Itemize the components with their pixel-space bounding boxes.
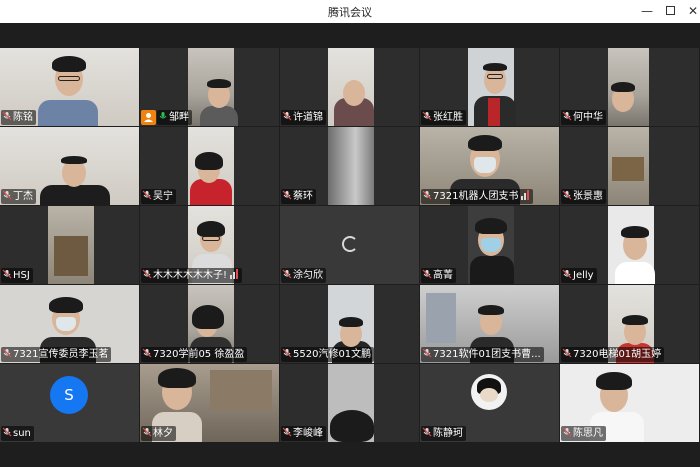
mic-muted-icon [422,427,432,437]
mic-muted-icon [282,111,292,121]
participant-name: 高菁 [421,268,456,283]
participant-name: sun [1,426,34,441]
mic-muted-icon [2,348,12,358]
close-icon: ✕ [687,4,699,18]
host-icon [141,110,156,125]
participant-name: 邹畔 [157,110,192,125]
mic-muted-icon [2,111,12,121]
participant-tile[interactable]: 邹畔 [140,48,279,126]
meeting-stage: 陈铭 邹畔 许道锦 张红胜 何中华 丁杰 吴宁 蔡环 7321机器人团支书 张景… [0,23,700,467]
participant-name: 许道锦 [281,110,326,125]
mic-muted-icon [422,348,432,358]
mic-muted-icon [282,190,292,200]
participant-name: 陈思凡 [561,426,606,441]
close-button[interactable]: ✕ [680,0,700,23]
participant-tile[interactable]: 张红胜 [420,48,559,126]
avatar [471,374,507,410]
mic-muted-icon [282,427,292,437]
window-title: 腾讯会议 [328,6,372,19]
participant-tile[interactable]: 7320学前05 徐盈盈 [140,285,279,363]
participant-tile[interactable]: 何中华 [560,48,699,126]
mic-muted-icon [562,427,572,437]
participant-tile[interactable]: 许道锦 [280,48,419,126]
video-feed [328,127,374,205]
participant-name: 张红胜 [421,110,466,125]
mic-muted-icon [422,190,432,200]
participant-name: Jelly [561,268,597,283]
mic-muted-icon [142,190,152,200]
participant-tile[interactable]: S sun [0,364,139,442]
title-bar: 腾讯会议 — ✕ [0,0,700,23]
participant-name: 何中华 [561,110,606,125]
mic-muted-icon [282,269,292,279]
participant-name: 陈铭 [1,110,36,125]
mic-muted-icon [142,269,152,279]
avatar: S [50,376,88,414]
mic-muted-icon [142,348,152,358]
participant-grid: 陈铭 邹畔 许道锦 张红胜 何中华 丁杰 吴宁 蔡环 7321机器人团支书 张景… [0,48,700,444]
participant-tile[interactable]: 陈思凡 [560,364,699,442]
participant-name: 5520汽修01文鹏 [281,347,375,362]
participant-name: 涂匀欣 [281,268,326,283]
participant-tile[interactable]: 李峻峰 [280,364,419,442]
participant-name: 木木木木木木子! [141,268,243,283]
participant-tile[interactable]: HSJ [0,206,139,284]
participant-tile[interactable]: 丁杰 [0,127,139,205]
mic-muted-icon [2,190,12,200]
participant-name: 7320学前05 徐盈盈 [141,347,248,362]
mic-active-icon [158,111,168,121]
participant-tile[interactable]: 木木木木木木子! [140,206,279,284]
participant-tile[interactable]: 蔡环 [280,127,419,205]
participant-name: 吴宁 [141,189,176,204]
mic-muted-icon [2,269,12,279]
participant-name: 陈静珂 [421,426,466,441]
mic-muted-icon [422,111,432,121]
participant-name: 7321软件01团支书曹... [421,347,544,362]
participant-name: 李峻峰 [281,426,326,441]
mic-muted-icon [562,190,572,200]
signal-icon [230,269,239,283]
participant-tile[interactable]: 陈静珂 [420,364,559,442]
signal-icon [521,190,530,204]
participant-tile[interactable]: 张景惠 [560,127,699,205]
participant-name: 林夕 [141,426,176,441]
participant-name: 7320电梯01胡玉婷 [561,347,665,362]
participant-tile[interactable]: 高菁 [420,206,559,284]
participant-tile[interactable]: 5520汽修01文鹏 [280,285,419,363]
participant-tile[interactable]: 吴宁 [140,127,279,205]
minimize-icon: — [641,4,653,18]
participant-name: 张景惠 [561,189,606,204]
maximize-icon [665,6,675,15]
participant-tile[interactable]: 林夕 [140,364,279,442]
mic-muted-icon [282,348,292,358]
mic-muted-icon [2,427,12,437]
participant-tile[interactable]: Jelly [560,206,699,284]
mic-muted-icon [562,348,572,358]
participant-tile[interactable]: 陈铭 [0,48,139,126]
participant-name: 7321宣传委员李玉茗 [1,347,112,362]
participant-tile[interactable]: 7321软件01团支书曹... [420,285,559,363]
loading-icon [342,236,358,252]
participant-name: HSJ [1,268,33,283]
participant-name: 7321机器人团支书 [421,189,534,204]
participant-tile[interactable]: 7321宣传委员李玉茗 [0,285,139,363]
participant-tile[interactable]: 7320电梯01胡玉婷 [560,285,699,363]
mic-muted-icon [422,269,432,279]
mic-muted-icon [142,427,152,437]
participant-tile[interactable]: 7321机器人团支书 [420,127,559,205]
participant-name: 丁杰 [1,189,36,204]
mic-muted-icon [562,111,572,121]
mic-muted-icon [562,269,572,279]
participant-name: 蔡环 [281,189,316,204]
participant-tile[interactable]: 涂匀欣 [280,206,419,284]
